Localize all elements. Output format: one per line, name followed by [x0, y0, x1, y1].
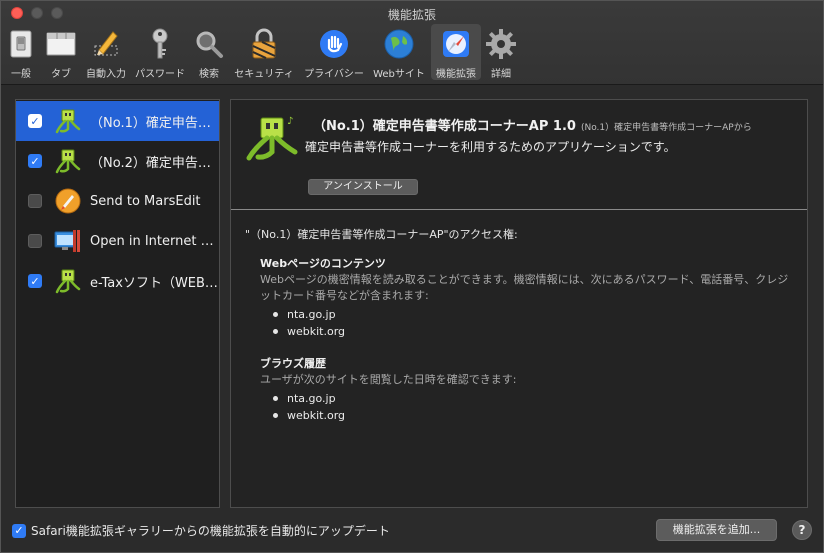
- general-switch-icon: [3, 26, 39, 62]
- tax-mascot-icon: [54, 267, 82, 295]
- extension-row-etax[interactable]: ✓ e-Taxソフト（WEB…: [16, 261, 219, 301]
- toolbar-item-general[interactable]: 一般: [3, 24, 39, 80]
- toolbar-item-websites[interactable]: Webサイト: [369, 24, 429, 80]
- help-button[interactable]: ?: [792, 520, 812, 540]
- extension-enabled-checkbox[interactable]: ✓: [28, 154, 42, 168]
- bullet-icon: [273, 396, 278, 401]
- site-domain: nta.go.jp: [287, 308, 336, 321]
- toolbar-item-privacy[interactable]: プライバシー: [301, 24, 367, 80]
- window-title: 機能拡張: [387, 8, 436, 22]
- extensions-icon: [438, 26, 474, 62]
- toolbar-label: 機能拡張: [436, 69, 476, 80]
- key-icon: [142, 26, 178, 62]
- extension-row-open-in-ie[interactable]: Open in Internet E…: [16, 221, 219, 261]
- bullet-icon: [273, 312, 278, 317]
- internet-explorer-window-icon: [54, 227, 82, 255]
- extension-enabled-checkbox[interactable]: ✓: [28, 114, 42, 128]
- extension-row-no2[interactable]: ✓ （No.2）確定申告…: [16, 141, 219, 181]
- toolbar-label: 一般: [11, 69, 31, 80]
- extension-detail-pane: ♪ （No.1）確定申告書等作成コーナーAP 1.0 (No.1）確定申告書等作成…: [230, 99, 808, 508]
- extension-enabled-checkbox[interactable]: ✓: [28, 274, 42, 288]
- tax-mascot-icon: [54, 147, 82, 175]
- permission-site-item: nta.go.jp: [273, 308, 336, 321]
- marsedit-rocket-icon: [54, 187, 82, 215]
- extension-name: Open in Internet E…: [90, 233, 219, 249]
- extension-name: e-Taxソフト（WEB…: [90, 275, 218, 291]
- site-domain: nta.go.jp: [287, 392, 336, 405]
- hand-icon: [316, 26, 352, 62]
- extension-name: Send to MarsEdit: [90, 193, 201, 209]
- toolbar-label: Webサイト: [373, 69, 425, 80]
- extension-name: （No.2）確定申告…: [90, 155, 211, 171]
- extension-enabled-checkbox[interactable]: [28, 194, 42, 208]
- toolbar-label: 詳細: [491, 69, 511, 80]
- toolbar-item-security[interactable]: セキュリティ: [231, 24, 297, 80]
- extension-list: ✓ （No.1）確定申告書… ✓ （No.2）確定申告… Send to Mar…: [15, 99, 220, 508]
- tax-mascot-icon: ♪: [245, 114, 299, 164]
- auto-update-option[interactable]: ✓ Safari機能拡張ギャラリーからの機能拡張を自動的にアップデート: [12, 522, 390, 539]
- gear-icon: [483, 26, 519, 62]
- site-domain: webkit.org: [287, 409, 346, 422]
- toolbar-label: セキュリティ: [234, 69, 294, 80]
- extension-header: ♪ （No.1）確定申告書等作成コーナーAP 1.0 (No.1）確定申告書等作成…: [231, 100, 807, 210]
- globe-icon: [381, 26, 417, 62]
- bullet-icon: [273, 413, 278, 418]
- toolbar-item-advanced[interactable]: 詳細: [483, 24, 519, 80]
- toolbar-label: 検索: [199, 69, 219, 80]
- permission-section-title: Webページのコンテンツ: [260, 257, 386, 270]
- extension-description: 確定申告書等作成コーナーを利用するためのアプリケーションです。: [305, 140, 676, 154]
- permission-section-description: ユーザが次のサイトを閲覧した日時を確認できます:: [260, 373, 517, 386]
- permission-site-item: nta.go.jp: [273, 392, 336, 405]
- extension-row-send-to-marsedit[interactable]: Send to MarsEdit: [16, 181, 219, 221]
- titlebar: 機能拡張 一般 タブ 自動入力 パスワード 検索 セキュリティ プライバシー W…: [1, 1, 823, 85]
- tabs-icon: [43, 26, 79, 62]
- extension-enabled-checkbox[interactable]: [28, 234, 42, 248]
- tax-mascot-icon: [54, 107, 82, 135]
- toolbar-item-extensions[interactable]: 機能拡張: [431, 24, 481, 80]
- bullet-icon: [273, 329, 278, 334]
- svg-text:♪: ♪: [287, 116, 293, 127]
- extension-row-no1[interactable]: ✓ （No.1）確定申告書…: [16, 101, 219, 141]
- permission-section-description: Webページの機密情報を読み取ることができます。機密情報には、次にあるパスワード…: [260, 273, 789, 302]
- extension-title-text: （No.1）確定申告書等作成コーナーAP 1.0: [313, 119, 576, 134]
- preferences-toolbar: 一般 タブ 自動入力 パスワード 検索 セキュリティ プライバシー Webサイト…: [1, 24, 823, 82]
- auto-update-checkbox[interactable]: ✓: [12, 523, 26, 538]
- permission-section-title: ブラウズ履歴: [260, 357, 326, 370]
- autofill-pencil-icon: [88, 26, 124, 62]
- extension-title: （No.1）確定申告書等作成コーナーAP 1.0 (No.1）確定申告書等作成コー…: [313, 115, 752, 134]
- toolbar-item-tabs[interactable]: タブ: [43, 24, 79, 80]
- site-domain: webkit.org: [287, 325, 346, 338]
- extension-source: (No.1）確定申告書等作成コーナーAPから: [580, 123, 752, 133]
- uninstall-button[interactable]: アンインストール: [308, 179, 418, 195]
- toolbar-item-search[interactable]: 検索: [191, 24, 227, 80]
- toolbar-label: タブ: [51, 69, 71, 80]
- permission-site-item: webkit.org: [273, 325, 345, 338]
- toolbar-item-autofill[interactable]: 自動入力: [83, 24, 129, 80]
- toolbar-label: プライバシー: [304, 69, 364, 80]
- permission-site-item: webkit.org: [273, 409, 345, 422]
- toolbar-item-passwords[interactable]: パスワード: [131, 24, 189, 80]
- add-extension-button[interactable]: 機能拡張を追加...: [656, 519, 777, 541]
- preferences-window: 機能拡張 一般 タブ 自動入力 パスワード 検索 セキュリティ プライバシー W…: [0, 0, 824, 553]
- permissions-title: "（No.1）確定申告書等作成コーナーAP"のアクセス権:: [245, 228, 518, 241]
- extension-name: （No.1）確定申告書…: [90, 115, 219, 131]
- toolbar-label: 自動入力: [86, 69, 126, 80]
- toolbar-label: パスワード: [135, 69, 185, 80]
- auto-update-label: Safari機能拡張ギャラリーからの機能拡張を自動的にアップデート: [31, 524, 390, 538]
- magnifier-icon: [191, 26, 227, 62]
- lock-icon: [246, 26, 282, 62]
